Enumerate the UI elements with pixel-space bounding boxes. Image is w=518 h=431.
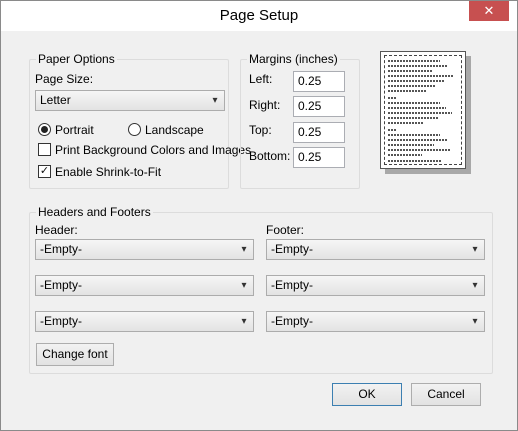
headers-footers-label: Headers and Footers [36,205,153,219]
footer-select-3-value: -Empty- [271,314,313,328]
bottom-margin-input[interactable]: 0.25 [293,147,345,168]
dialog-title: Page Setup [219,7,299,24]
header-select-1-value: -Empty- [40,242,82,256]
change-font-button[interactable]: Change font [36,343,114,366]
preview-page [380,51,466,169]
preview-printable-area [384,55,462,165]
top-margin-input[interactable]: 0.25 [293,122,345,143]
footer-select-1[interactable]: -Empty- ▾ [266,239,485,260]
page-setup-dialog: Page Setup ✕ Paper Options Page Size: Le… [0,0,518,431]
footer-select-3[interactable]: -Empty- ▾ [266,311,485,332]
title-bar: Page Setup ✕ [1,1,517,31]
shrink-to-fit-label: Enable Shrink-to-Fit [55,165,162,179]
page-size-select[interactable]: Letter ▾ [35,90,225,111]
portrait-label: Portrait [55,123,94,137]
paper-options-group: Paper Options Page Size: Letter ▾ Portra… [29,53,251,189]
portrait-radio[interactable] [38,123,51,136]
header-select-3-value: -Empty- [40,314,82,328]
print-background-checkbox[interactable] [38,143,51,156]
header-select-3[interactable]: -Empty- ▾ [35,311,254,332]
shrink-to-fit-checkbox[interactable]: ✓ [38,165,51,178]
footer-select-2-value: -Empty- [271,278,313,292]
close-button[interactable]: ✕ [469,1,509,21]
ok-button[interactable]: OK [332,383,402,406]
right-margin-input[interactable]: 0.25 [293,96,345,117]
chevron-down-icon: ▾ [472,316,478,327]
header-select-2[interactable]: -Empty- ▾ [35,275,254,296]
footer-select-1-value: -Empty- [271,242,313,256]
paper-options-label: Paper Options [36,52,117,66]
chevron-down-icon: ▾ [241,280,247,291]
right-margin-label: Right: [249,98,281,112]
chevron-down-icon: ▾ [212,95,218,106]
checkmark-icon: ✓ [39,165,50,177]
page-size-value: Letter [40,93,71,107]
cancel-button[interactable]: Cancel [411,383,481,406]
header-label: Header: [35,223,78,237]
footer-select-2[interactable]: -Empty- ▾ [266,275,485,296]
landscape-radio[interactable] [128,123,141,136]
page-preview [380,51,474,177]
margins-label: Margins (inches) [247,52,340,66]
left-margin-label: Left: [249,72,273,86]
close-icon: ✕ [483,3,495,18]
bottom-margin-label: Bottom: [249,149,291,163]
top-margin-label: Top: [249,123,272,137]
print-background-label: Print Background Colors and Images [55,143,252,157]
chevron-down-icon: ▾ [472,280,478,291]
margins-group: Margins (inches) Left: 0.25 Right: 0.25 … [240,53,360,189]
landscape-label: Landscape [145,123,204,137]
chevron-down-icon: ▾ [241,244,247,255]
header-select-2-value: -Empty- [40,278,82,292]
left-margin-input[interactable]: 0.25 [293,71,345,92]
chevron-down-icon: ▾ [241,316,247,327]
page-size-label: Page Size: [35,72,94,86]
headers-footers-group: Headers and Footers Header: Footer: -Emp… [29,206,493,374]
dialog-body: Paper Options Page Size: Letter ▾ Portra… [9,31,509,424]
header-select-1[interactable]: -Empty- ▾ [35,239,254,260]
chevron-down-icon: ▾ [472,244,478,255]
footer-label: Footer: [266,223,305,237]
